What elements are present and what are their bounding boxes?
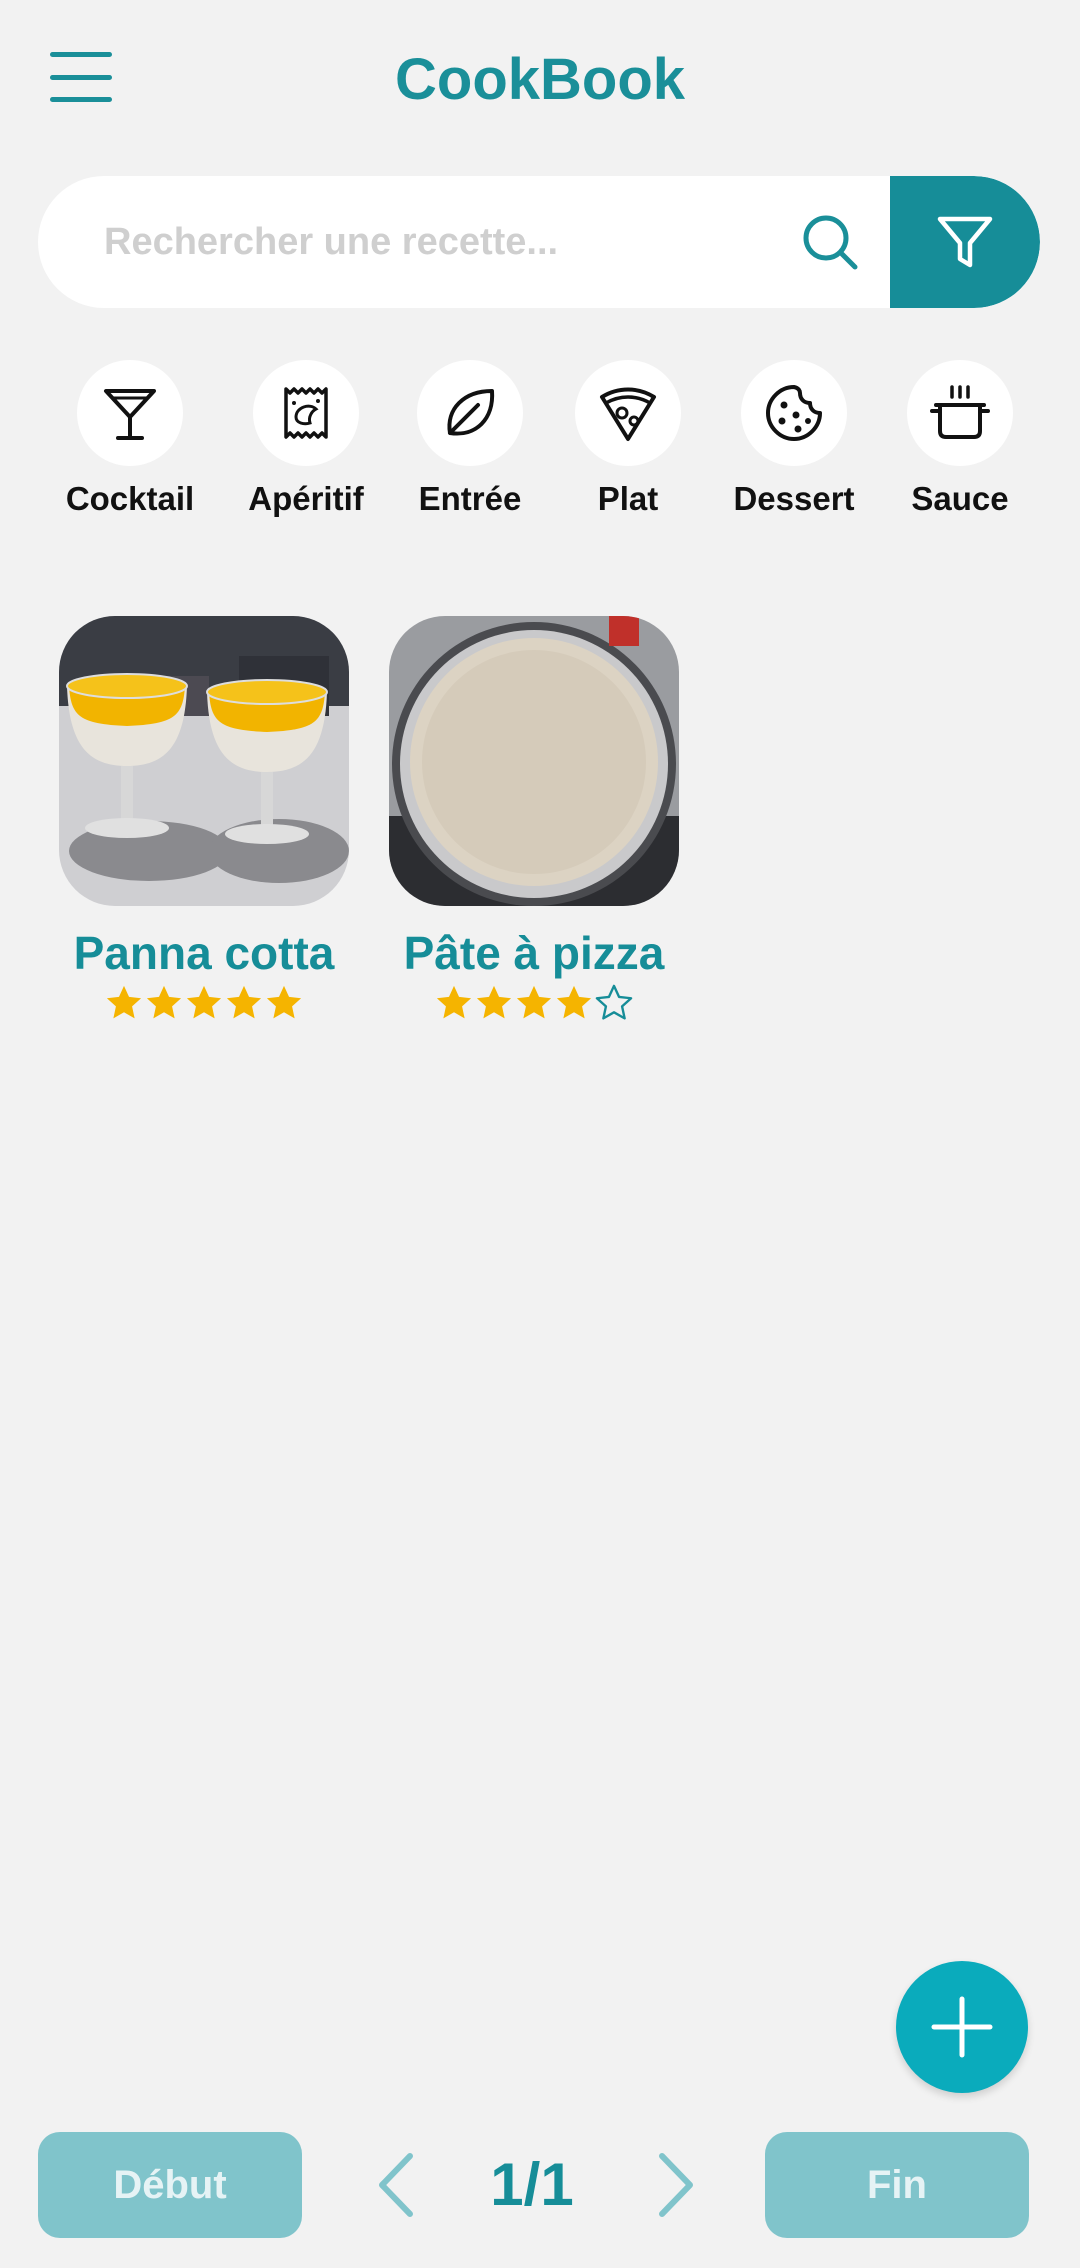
recipe-name: Pâte à pizza	[403, 927, 665, 979]
star-filled-icon	[226, 985, 262, 1019]
category-label: Sauce	[911, 480, 1009, 517]
category-cocktail[interactable]: Cocktail	[50, 360, 210, 530]
filter-button[interactable]	[890, 176, 1040, 308]
star-filled-icon	[516, 985, 552, 1019]
last-page-button[interactable]: Fin	[765, 2132, 1029, 2238]
star-filled-icon	[146, 985, 182, 1019]
category-label: Apéritif	[248, 480, 364, 517]
plus-icon	[931, 1996, 993, 2058]
category-label: Plat	[597, 480, 659, 517]
rating-stars	[435, 984, 633, 1022]
star-empty-icon	[595, 984, 633, 1020]
pizza-slice-icon	[600, 387, 656, 441]
recipe-name: Panna cotta	[73, 927, 335, 979]
category-dessert[interactable]: Dessert	[714, 360, 874, 530]
recipe-image	[389, 616, 679, 906]
category-sauce[interactable]: Sauce	[880, 360, 1040, 530]
app-title: CookBook	[395, 47, 685, 112]
filter-icon	[937, 216, 993, 268]
category-label: Cocktail	[65, 480, 195, 517]
search-input[interactable]	[104, 176, 764, 308]
category-entree[interactable]: Entrée	[390, 360, 550, 530]
first-page-button[interactable]: Début	[38, 2132, 302, 2238]
category-plat[interactable]: Plat	[548, 360, 708, 530]
category-label: Entrée	[418, 480, 522, 517]
search-bar	[38, 176, 1040, 308]
leaf-icon	[447, 389, 495, 436]
recipe-card-panna-cotta[interactable]: Panna cotta	[59, 616, 349, 1036]
recipe-image	[59, 616, 349, 906]
star-filled-icon	[436, 985, 472, 1019]
star-filled-icon	[556, 985, 592, 1019]
add-recipe-button[interactable]	[896, 1961, 1028, 2093]
cocktail-glass-icon	[104, 389, 156, 440]
chevron-right-icon[interactable]	[646, 2150, 706, 2220]
star-filled-icon	[476, 985, 512, 1019]
category-aperitif[interactable]: Apéritif	[226, 360, 386, 530]
chips-bag-icon	[284, 387, 328, 439]
cooking-pot-icon	[930, 385, 990, 439]
page-indicator: 1/1	[490, 2151, 574, 2218]
search-icon[interactable]	[800, 212, 860, 272]
star-filled-icon	[186, 985, 222, 1019]
rating-stars	[105, 984, 303, 1022]
category-label: Dessert	[733, 480, 855, 517]
cookie-icon	[766, 385, 822, 441]
star-filled-icon	[106, 985, 142, 1019]
recipe-card-pate-a-pizza[interactable]: Pâte à pizza	[389, 616, 679, 1036]
star-filled-icon	[266, 985, 302, 1019]
chevron-left-icon[interactable]	[366, 2150, 426, 2220]
